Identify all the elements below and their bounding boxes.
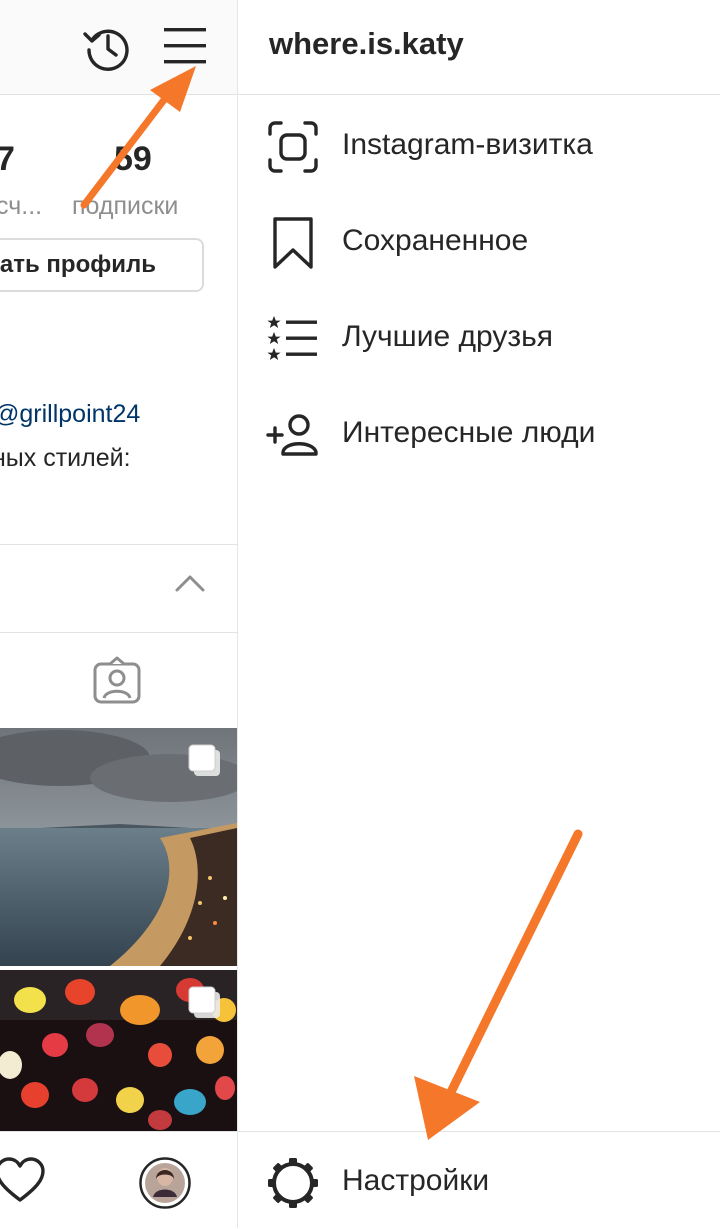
- menu-item-label: Сохраненное: [342, 224, 529, 257]
- menu-item-nametag[interactable]: Instagram-визитка: [238, 106, 720, 186]
- edit-profile-button[interactable]: ать профиль: [0, 238, 204, 292]
- heart-icon[interactable]: [0, 1156, 46, 1204]
- carousel-icon: [188, 744, 220, 776]
- chevron-up-icon[interactable]: [174, 572, 206, 594]
- bio-mention-link[interactable]: @grillpoint24: [0, 400, 140, 429]
- settings-button[interactable]: Настройки: [238, 1131, 720, 1229]
- followers-label: сч...: [0, 192, 43, 220]
- followers-count[interactable]: 7: [0, 140, 15, 179]
- profile-panel: 7 сч... 59 подписки ать профиль @grillpo…: [0, 0, 238, 1228]
- bio-text: ных стилей:: [0, 444, 131, 472]
- menu-icon[interactable]: [162, 26, 208, 66]
- menu-item-label: Instagram-визитка: [342, 128, 593, 161]
- post-thumbnail[interactable]: [0, 728, 237, 966]
- side-drawer: where.is.katy Instagram-визитка Сохранен…: [238, 0, 720, 1228]
- tagged-photos-icon[interactable]: [92, 656, 142, 706]
- avatar[interactable]: [139, 1157, 191, 1209]
- close-friends-icon: [267, 316, 317, 360]
- menu-item-discover-people[interactable]: Интересные люди: [238, 394, 720, 474]
- nametag-icon: [268, 121, 318, 173]
- following-count[interactable]: 59: [114, 140, 152, 179]
- menu-item-label: Лучшие друзья: [342, 320, 553, 353]
- settings-label: Настройки: [342, 1164, 490, 1197]
- menu-item-close-friends[interactable]: Лучшие друзья: [238, 298, 720, 378]
- drawer-username: where.is.katy: [269, 26, 464, 61]
- bottom-nav: [0, 1131, 237, 1228]
- bookmark-icon: [273, 217, 313, 269]
- divider: [0, 632, 237, 633]
- history-icon[interactable]: [82, 22, 134, 74]
- menu-item-label: Интересные люди: [342, 416, 596, 449]
- add-person-icon: [266, 414, 318, 456]
- divider: [238, 94, 720, 95]
- post-thumbnail[interactable]: [0, 970, 237, 1131]
- menu-item-saved[interactable]: Сохраненное: [238, 202, 720, 282]
- carousel-icon: [188, 986, 220, 1018]
- following-label: подписки: [72, 192, 179, 220]
- divider: [0, 544, 237, 545]
- gear-icon: [268, 1158, 318, 1208]
- profile-top-bar: [0, 0, 237, 95]
